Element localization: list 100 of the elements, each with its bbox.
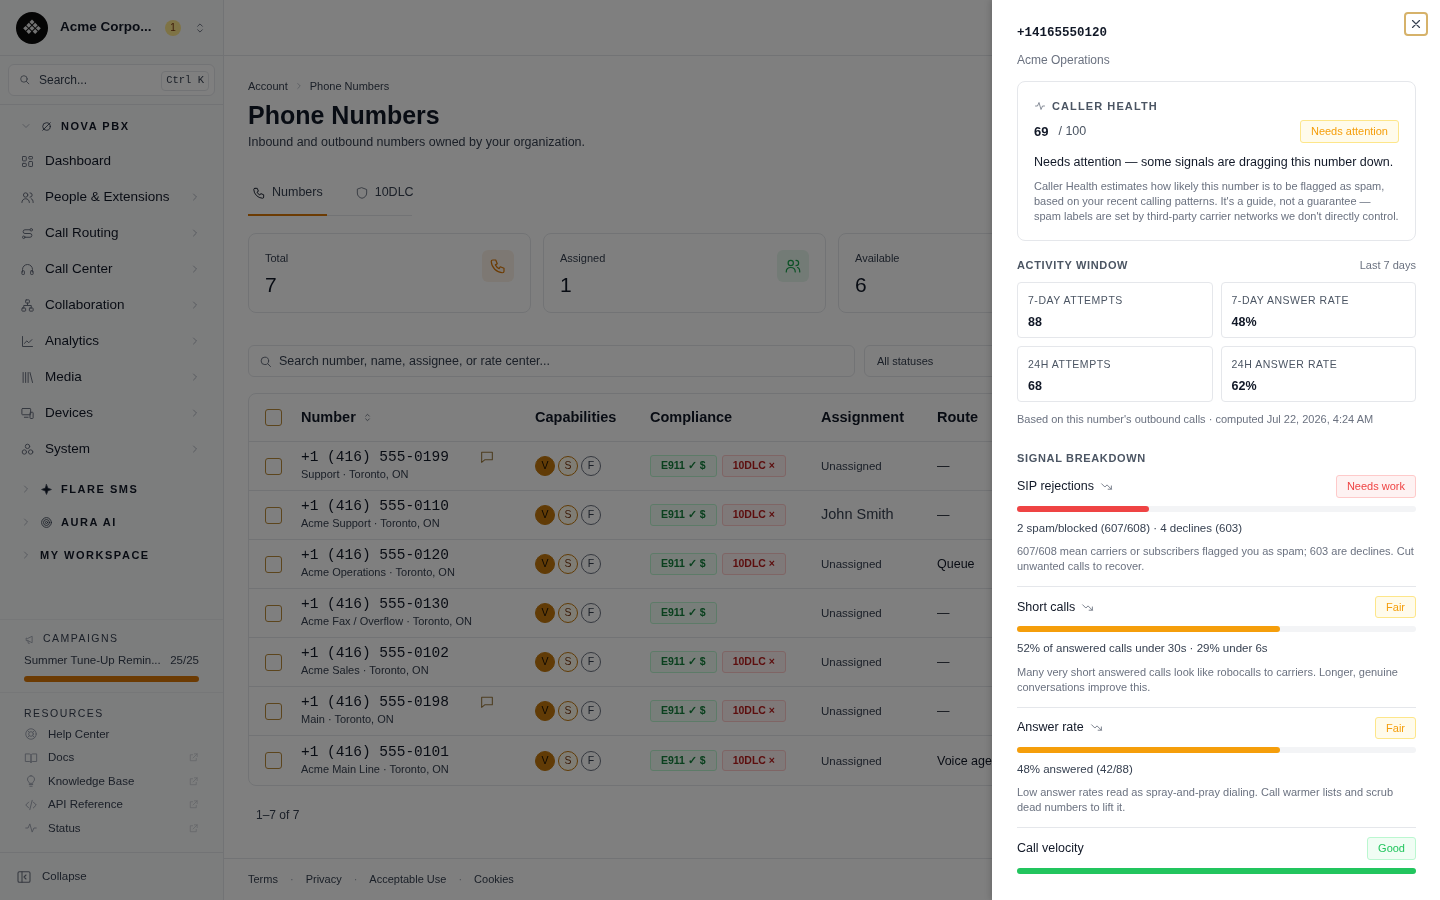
- metric-value: 68: [1028, 377, 1043, 395]
- capability-badge: S: [558, 603, 578, 623]
- logo-icon: [16, 11, 48, 44]
- phone-icon: [252, 185, 266, 200]
- nav-label: System: [45, 439, 91, 458]
- chat-icon: [478, 449, 495, 466]
- capability-badge: S: [558, 505, 578, 525]
- nav-item[interactable]: People & Extensions: [0, 179, 223, 215]
- checkbox[interactable]: [265, 457, 282, 475]
- checkbox[interactable]: [265, 409, 282, 426]
- status-badge: Good: [1367, 837, 1416, 860]
- metric-label: 24H ANSWER RATE: [1231, 357, 1339, 372]
- org-name[interactable]: Acme Corpo...: [60, 17, 153, 38]
- campaign-name[interactable]: Summer Tune-Up Remin...: [24, 652, 161, 670]
- score-max: / 100: [1058, 123, 1088, 141]
- nav-item[interactable]: Collaboration: [0, 287, 223, 323]
- section-title: RESOURCES: [24, 705, 104, 721]
- resource-link[interactable]: Docs: [24, 746, 199, 770]
- search-field[interactable]: Search number, name, assignee, or rate center...: [248, 345, 855, 377]
- signal-description: 607/608 mean carriers or subscribers flagged you as spam; 603 are declines. Cut unwanted calls to recover.: [1017, 543, 1415, 574]
- shortcut-hint: Ctrl K: [161, 71, 209, 91]
- panel-subtitle: Acme Operations: [1017, 51, 1111, 69]
- pulse-icon: [1034, 100, 1046, 112]
- backdrop[interactable]: [0, 0, 992, 900]
- period-label: Last 7 days: [1359, 257, 1416, 273]
- column-header: Assignment: [821, 407, 904, 427]
- nav-item[interactable]: Dashboard: [0, 143, 223, 179]
- section-header[interactable]: NOVA PBX: [0, 115, 223, 137]
- nav-item[interactable]: Call Center: [0, 251, 223, 287]
- metric-value: 48%: [1231, 313, 1258, 331]
- capability-badge: V: [535, 505, 555, 525]
- status-badge: Fair: [1375, 716, 1416, 739]
- resource-link[interactable]: Knowledge Base: [24, 769, 199, 793]
- signal-description: Many very short answered calls look like robocalls to carriers. Longer, genuine conversations improve this.: [1017, 664, 1399, 695]
- breadcrumb-item: Phone Numbers: [309, 79, 390, 94]
- lifebuoy-icon: [24, 727, 38, 742]
- metric-label: 24H ATTEMPTS: [1028, 357, 1113, 372]
- nav-item[interactable]: Analytics: [0, 323, 223, 359]
- phone-number[interactable]: +1 (416) 555-0102: [301, 645, 449, 663]
- section-header[interactable]: AURA AI: [0, 511, 223, 533]
- resource-link[interactable]: Status: [24, 816, 199, 840]
- nav-label: Collaboration: [45, 295, 126, 314]
- section-header[interactable]: FLARE SMS: [0, 478, 223, 500]
- capability-badge: S: [558, 750, 578, 771]
- tab[interactable]: 10DLC: [350, 175, 418, 216]
- capability-badge: S: [558, 456, 578, 476]
- column-header: Route: [937, 407, 979, 427]
- nav-label: Dashboard: [45, 151, 113, 170]
- compliance-badge: 10DLC ×: [721, 504, 786, 526]
- campaign-count: 25/25: [170, 653, 199, 669]
- footer-link[interactable]: Privacy: [305, 871, 342, 888]
- resource-link[interactable]: Help Center: [24, 722, 199, 746]
- checkbox[interactable]: [265, 752, 282, 769]
- collapse-button[interactable]: Collapse: [0, 852, 223, 900]
- nav-label: Call Center: [45, 259, 114, 278]
- compliance-badge: E911 ✓ $: [650, 602, 717, 624]
- section-header[interactable]: MY WORKSPACE: [0, 544, 223, 566]
- nav-item[interactable]: Media: [0, 359, 223, 395]
- phone-number[interactable]: +1 (416) 555-0110: [301, 498, 449, 516]
- route-text: —: [937, 655, 950, 670]
- sparkle-icon: [40, 482, 53, 496]
- resource-link[interactable]: API Reference: [24, 793, 199, 817]
- checkbox[interactable]: [265, 555, 282, 573]
- metric-label: 7-DAY ATTEMPTS: [1028, 293, 1124, 308]
- phone-number[interactable]: +1 (416) 555-0120: [301, 547, 455, 565]
- activity-note: Based on this number's outbound calls · computed Jul 22, 2026, 4:24 AM: [1017, 412, 1375, 427]
- checkbox[interactable]: [265, 653, 282, 671]
- phone-number[interactable]: +1 (416) 555-0130: [301, 596, 472, 614]
- assignment-text: John Smith: [821, 506, 894, 523]
- compliance-badge: 10DLC ×: [721, 700, 786, 722]
- breadcrumb-item[interactable]: Account: [248, 78, 288, 95]
- phone-number[interactable]: +1 (416) 555-0199: [301, 449, 449, 467]
- section-title: NOVA PBX: [61, 118, 130, 134]
- compliance-badge: E911 ✓ $: [650, 455, 717, 477]
- column-header[interactable]: Number: [301, 406, 356, 429]
- checkbox[interactable]: [265, 604, 282, 622]
- assignment-text: Unassigned: [821, 558, 882, 571]
- close-button[interactable]: [1404, 12, 1428, 36]
- signal-name: Answer rate: [1017, 719, 1084, 737]
- nav-item[interactable]: Call Routing: [0, 215, 223, 251]
- checkbox[interactable]: [265, 506, 282, 524]
- capability-badge: S: [558, 701, 578, 721]
- footer-link[interactable]: Cookies: [474, 871, 514, 888]
- close-icon: [1409, 17, 1423, 31]
- phone-number[interactable]: +1 (416) 555-0101: [301, 743, 449, 761]
- checkbox[interactable]: [265, 702, 282, 720]
- capability-badge: V: [535, 652, 555, 672]
- footer-link[interactable]: Acceptable Use: [369, 871, 447, 888]
- nav-label: Media: [45, 367, 83, 386]
- tab[interactable]: Numbers: [248, 175, 327, 216]
- assignment-text: Unassigned: [821, 607, 882, 620]
- phone-number[interactable]: +1 (416) 555-0198: [301, 694, 449, 712]
- nav-item[interactable]: System: [0, 431, 223, 467]
- capability-badge: S: [558, 652, 578, 672]
- signal-name: Call velocity: [1017, 840, 1084, 858]
- nav-item[interactable]: Devices: [0, 395, 223, 431]
- chat-icon: [478, 694, 495, 711]
- grid-icon: [20, 153, 35, 169]
- health-headline: Needs attention — some signals are dragging this number down.: [1034, 153, 1395, 171]
- footer-link[interactable]: Terms: [248, 871, 278, 888]
